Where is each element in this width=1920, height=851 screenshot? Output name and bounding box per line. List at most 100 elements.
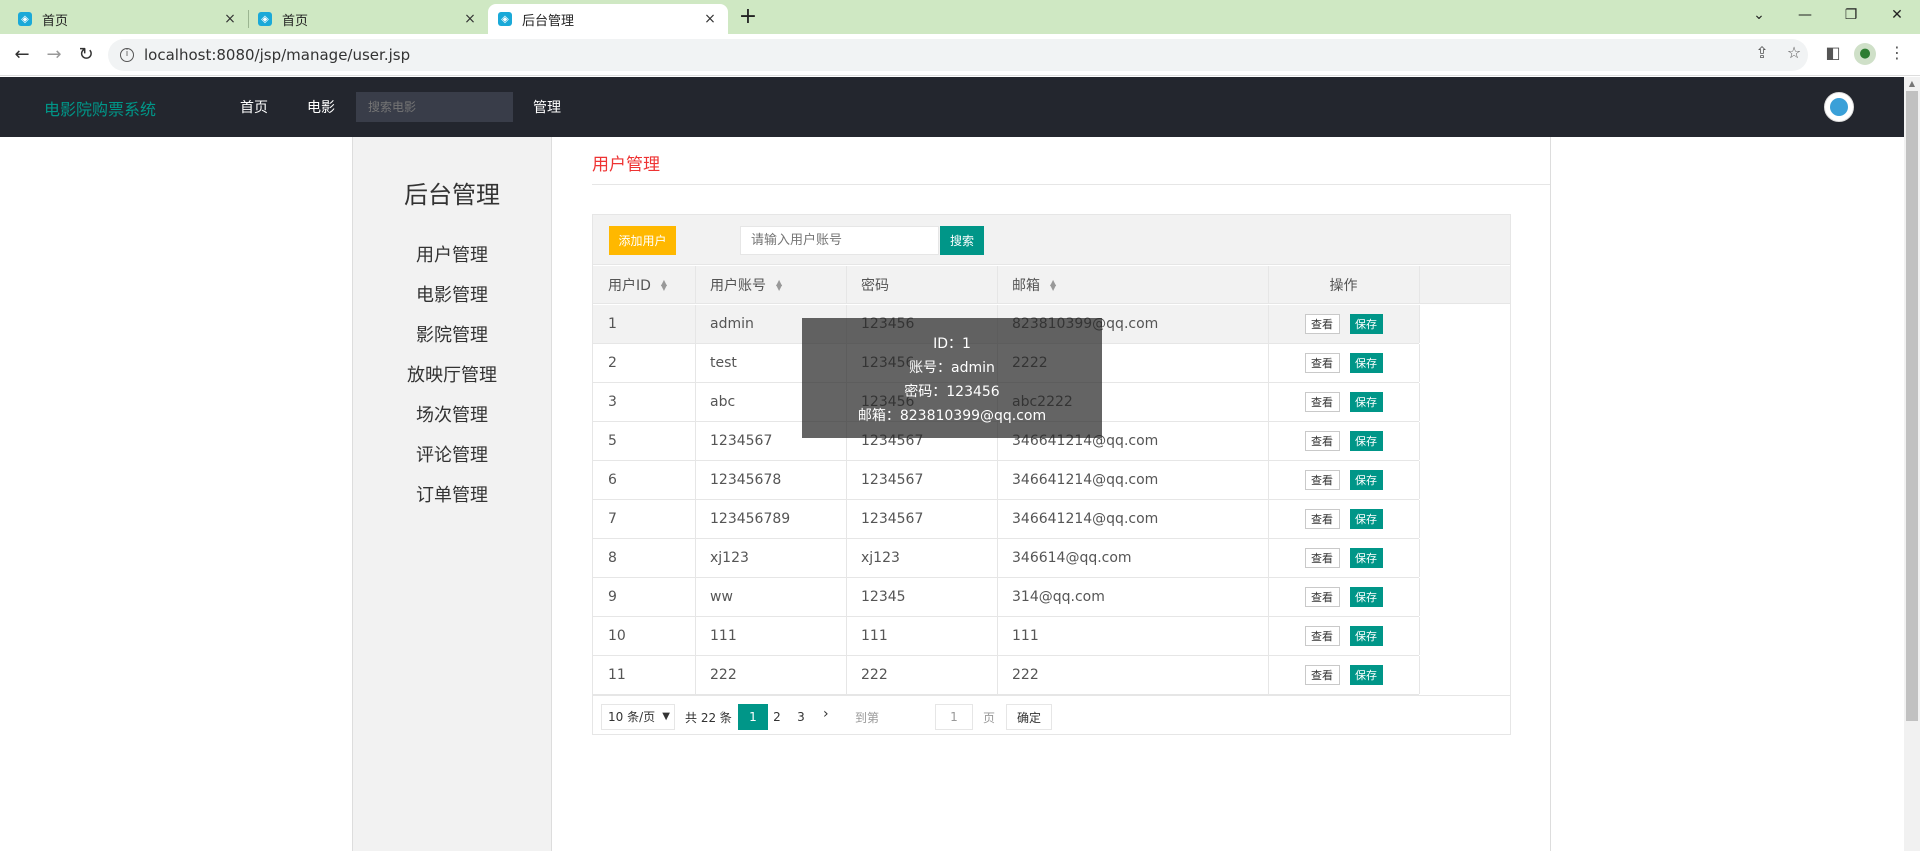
close-icon[interactable]: ×	[222, 11, 238, 27]
view-button[interactable]: 查看	[1304, 587, 1340, 607]
sidebar-item-users[interactable]: 用户管理	[353, 241, 551, 267]
save-button[interactable]: 保存	[1349, 665, 1383, 685]
avatar[interactable]	[1824, 92, 1854, 122]
goto-page-input[interactable]: 1	[935, 704, 973, 730]
col-divider	[1268, 344, 1269, 382]
sort-icon[interactable]: ▲ ▼	[776, 278, 782, 291]
sidebar-item-schedules[interactable]: 场次管理	[353, 401, 551, 427]
col-divider	[695, 578, 696, 616]
close-window-icon[interactable]: ✕	[1874, 0, 1920, 30]
col-divider	[997, 617, 998, 655]
sidebar-item-movies[interactable]: 电影管理	[353, 281, 551, 307]
share-icon[interactable]: ⇪	[1751, 43, 1773, 62]
save-button[interactable]: 保存	[1349, 431, 1383, 451]
new-tab-icon[interactable]: +	[736, 6, 760, 30]
col-divider	[1268, 461, 1269, 499]
col-header-id[interactable]: 用户ID ▲ ▼	[593, 266, 695, 303]
tab-search-icon[interactable]: ⌄	[1736, 0, 1782, 30]
col-header-label: 操作	[1329, 277, 1358, 294]
minimize-icon[interactable]: —	[1782, 0, 1828, 30]
bookmark-star-icon[interactable]: ☆	[1783, 43, 1805, 62]
cell-email: 346614@qq.com	[1012, 550, 1132, 566]
nav-home[interactable]: 首页	[240, 97, 268, 117]
browser-tab[interactable]: ◈ 首页 ×	[8, 4, 248, 34]
table-row[interactable]: 10 111 111 111 查看 保存	[593, 617, 1420, 656]
save-button[interactable]: 保存	[1349, 314, 1383, 334]
goto-confirm-button[interactable]: 确定	[1006, 704, 1052, 730]
movie-search-input[interactable]	[356, 92, 513, 122]
col-divider	[695, 539, 696, 577]
table-row[interactable]: 8 xj123 xj123 346614@qq.com 查看 保存	[593, 539, 1420, 578]
cell-account: 222	[710, 667, 737, 683]
save-button[interactable]: 保存	[1349, 509, 1383, 529]
cell-actions: 查看 保存	[1268, 383, 1419, 421]
user-search-input[interactable]	[740, 226, 939, 255]
save-button[interactable]: 保存	[1349, 392, 1383, 412]
col-divider	[1419, 266, 1420, 303]
table-row[interactable]: 6 12345678 1234567 346641214@qq.com 查看 保存	[593, 461, 1420, 500]
reload-icon[interactable]: ↻	[74, 43, 98, 67]
site-logo[interactable]: 电影院购票系统	[44, 96, 156, 120]
site-favicon-icon: ◈	[498, 12, 512, 26]
view-button[interactable]: 查看	[1304, 431, 1340, 451]
site-info-icon[interactable]: i	[120, 48, 134, 62]
profile-icon[interactable]: ●	[1854, 43, 1876, 65]
nav-manage[interactable]: 管理	[533, 97, 561, 117]
view-button[interactable]: 查看	[1304, 353, 1340, 373]
save-button[interactable]: 保存	[1349, 353, 1383, 373]
sidebar-item-orders[interactable]: 订单管理	[353, 481, 551, 507]
browser-tab-active[interactable]: ◈ 后台管理 ×	[488, 4, 728, 34]
save-button[interactable]: 保存	[1349, 548, 1383, 568]
search-button[interactable]: 搜索	[940, 226, 984, 255]
cell-actions: 查看 保存	[1268, 617, 1419, 655]
menu-icon[interactable]: ⋮	[1886, 43, 1908, 62]
col-divider	[1419, 344, 1420, 382]
cell-id: 9	[608, 589, 617, 605]
cell-id: 10	[608, 628, 626, 644]
browser-tab[interactable]: ◈ 首页 ×	[248, 4, 488, 34]
sidebar-item-halls[interactable]: 放映厅管理	[353, 361, 551, 387]
avatar-image-icon	[1830, 98, 1848, 116]
sidebar-item-cinemas[interactable]: 影院管理	[353, 321, 551, 347]
col-header-account[interactable]: 用户账号 ▲ ▼	[695, 266, 846, 303]
view-button[interactable]: 查看	[1304, 665, 1340, 685]
prev-page-icon[interactable]: ‹	[719, 706, 725, 722]
save-button[interactable]: 保存	[1349, 587, 1383, 607]
table-row[interactable]: 9 ww 12345 314@qq.com 查看 保存	[593, 578, 1420, 617]
close-icon[interactable]: ×	[462, 11, 478, 27]
side-panel-icon[interactable]: ◧	[1822, 43, 1844, 62]
close-icon[interactable]: ×	[702, 11, 718, 27]
add-user-button[interactable]: 添加用户	[609, 226, 676, 255]
view-button[interactable]: 查看	[1304, 392, 1340, 412]
sidebar-item-comments[interactable]: 评论管理	[353, 441, 551, 467]
sort-icon[interactable]: ▲ ▼	[1050, 278, 1056, 291]
page-size-select[interactable]: 10 条/页 ▼	[601, 704, 675, 730]
nav-movies[interactable]: 电影	[307, 97, 335, 117]
col-divider	[1419, 461, 1420, 499]
page-scrollbar[interactable]: ▲	[1904, 77, 1920, 851]
view-button[interactable]: 查看	[1304, 626, 1340, 646]
view-button[interactable]: 查看	[1304, 509, 1340, 529]
restore-icon[interactable]: ❐	[1828, 0, 1874, 30]
url-field[interactable]: i localhost:8080/jsp/manage/user.jsp	[108, 39, 1808, 71]
back-icon[interactable]: ←	[10, 43, 34, 67]
sort-icon[interactable]: ▲ ▼	[661, 278, 667, 291]
view-button[interactable]: 查看	[1304, 314, 1340, 334]
scroll-thumb[interactable]	[1906, 91, 1918, 721]
next-page-icon[interactable]: ›	[823, 706, 829, 722]
cell-email: 314@qq.com	[1012, 589, 1105, 605]
col-divider	[695, 305, 696, 343]
col-divider	[695, 461, 696, 499]
scroll-up-icon[interactable]: ▲	[1904, 77, 1920, 91]
save-button[interactable]: 保存	[1349, 626, 1383, 646]
col-header-email[interactable]: 邮箱 ▲ ▼	[997, 266, 1268, 303]
view-button[interactable]: 查看	[1304, 470, 1340, 490]
save-button[interactable]: 保存	[1349, 470, 1383, 490]
table-row[interactable]: 7 123456789 1234567 346641214@qq.com 查看 保存	[593, 500, 1420, 539]
page-3[interactable]: 3	[786, 704, 816, 730]
forward-icon[interactable]: →	[42, 43, 66, 67]
col-divider	[1419, 656, 1420, 694]
table-row[interactable]: 11 222 222 222 查看 保存	[593, 656, 1420, 695]
view-button[interactable]: 查看	[1304, 548, 1340, 568]
col-divider	[997, 578, 998, 616]
